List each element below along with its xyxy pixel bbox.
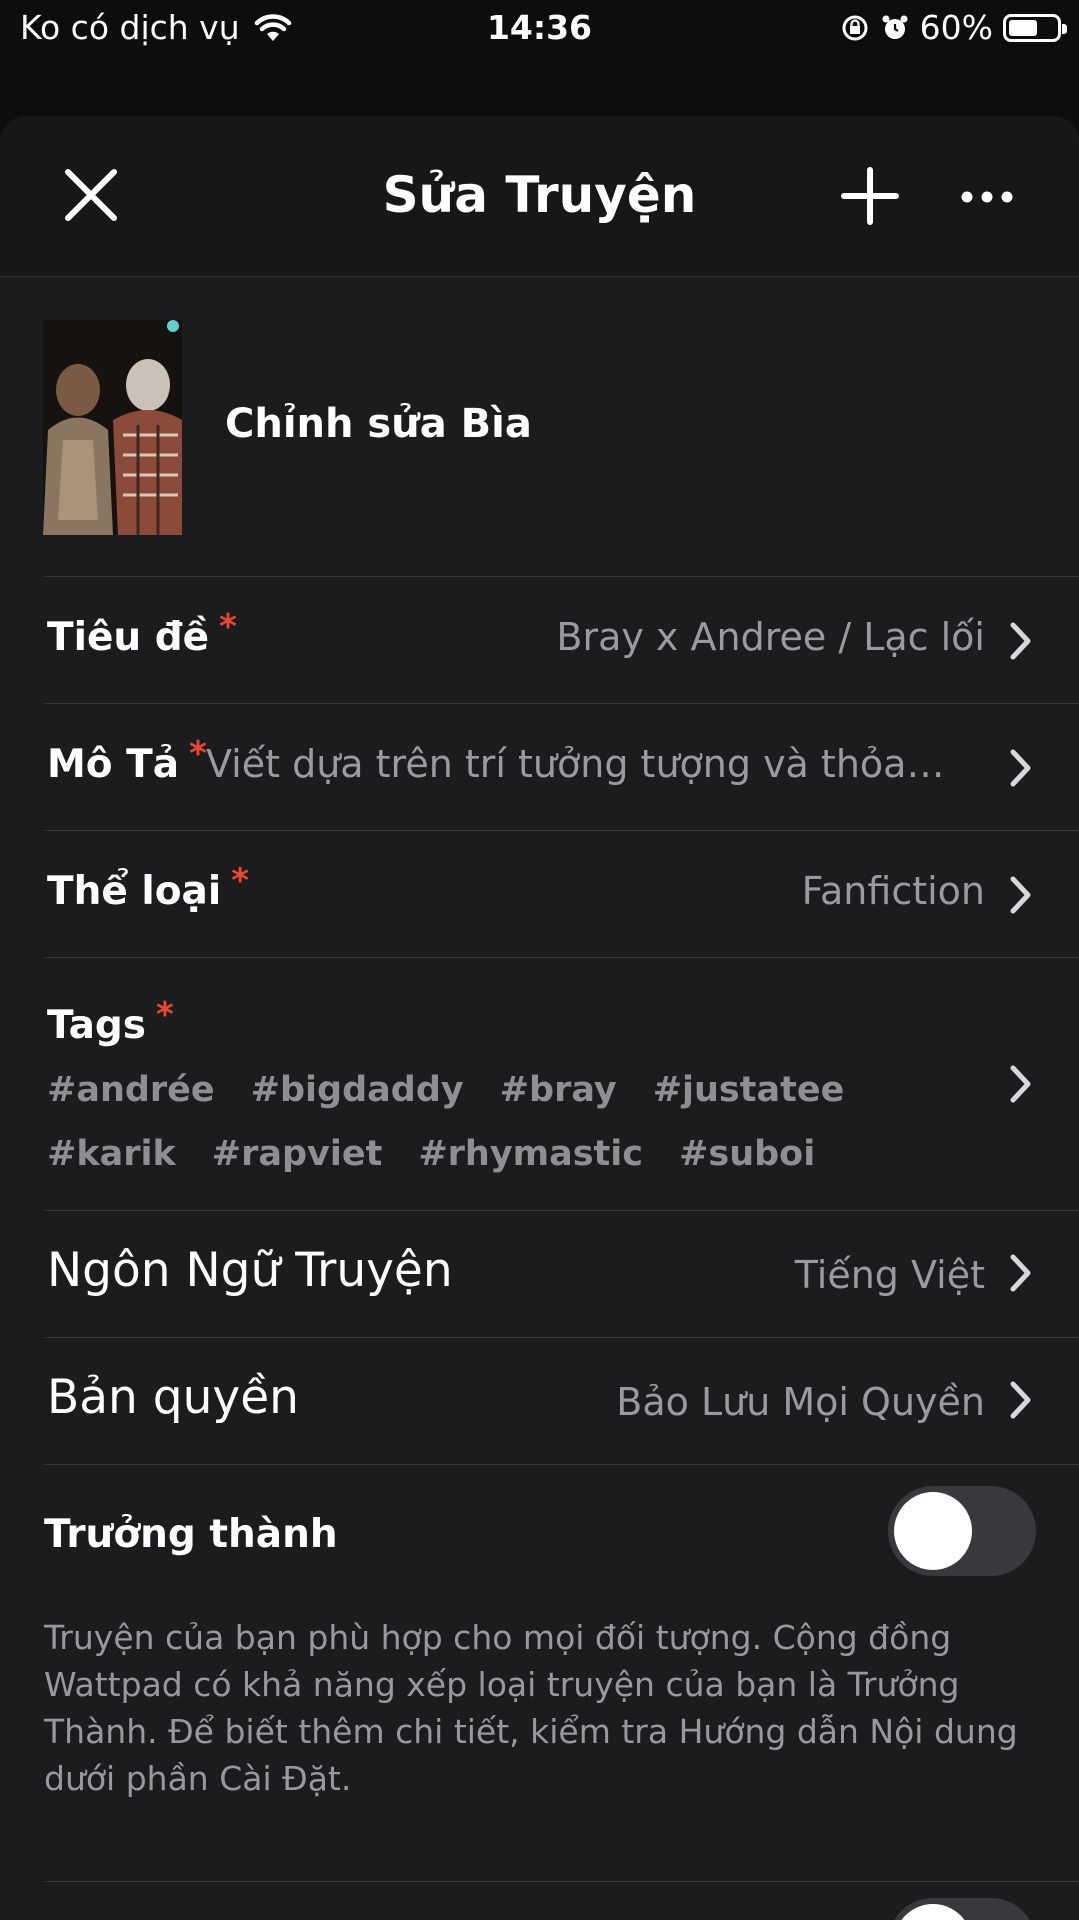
cover-image[interactable]: [43, 320, 182, 535]
page-title: Sửa Truyện: [382, 166, 697, 224]
battery-percent: 60%: [919, 8, 993, 47]
genre-label: Thể loại *: [47, 861, 249, 914]
tag-list: #andrée #bigdaddy #bray #justatee #karik…: [47, 1070, 927, 1174]
title-row[interactable]: Tiêu đề * Bray x Andree / Lạc lối: [0, 577, 1079, 703]
screen: Ko có dịch vụ 14:36 60% Sửa Truyện Chỉnh…: [0, 0, 1079, 1920]
description-row[interactable]: Mô Tả * Viết dựa trên trí tưởng tượng và …: [0, 704, 1079, 830]
required-mark: *: [231, 861, 250, 901]
required-mark: *: [219, 607, 237, 647]
copyright-value: Bảo Lưu Mọi Quyền: [616, 1380, 985, 1424]
description-value: Viết dựa trên trí tưởng tượng và thỏa mã…: [206, 742, 946, 786]
language-label: Ngôn Ngữ Truyện: [47, 1243, 453, 1298]
header: Sửa Truyện: [0, 116, 1079, 277]
edit-cover-row[interactable]: Chỉnh sửa Bìa: [0, 276, 1079, 576]
title-value: Bray x Andree / Lạc lối: [556, 615, 985, 659]
tag: #karik: [47, 1134, 176, 1174]
copyright-row[interactable]: Bản quyền Bảo Lưu Mọi Quyền: [0, 1338, 1079, 1464]
tags-label: Tags *: [47, 995, 174, 1048]
genre-label-text: Thể loại: [47, 869, 222, 914]
tag: #rhymastic: [418, 1134, 644, 1174]
toggle-knob: [894, 1492, 972, 1570]
tag: #andrée: [47, 1070, 215, 1110]
language-row[interactable]: Ngôn Ngữ Truyện Tiếng Việt: [0, 1211, 1079, 1337]
next-toggle[interactable]: [888, 1898, 1036, 1920]
chevron-right-icon: [1010, 749, 1031, 787]
tags-label-text: Tags: [47, 1003, 147, 1048]
alarm-icon: [882, 15, 908, 39]
divider: [45, 1464, 1079, 1465]
battery-tip: [1062, 23, 1067, 34]
orientation-lock-icon: [842, 15, 868, 40]
tags-row[interactable]: Tags * #andrée #bigdaddy #bray #justatee …: [0, 958, 1079, 1210]
genre-value: Fanfiction: [801, 869, 985, 913]
edit-cover-label[interactable]: Chỉnh sửa Bìa: [225, 401, 532, 447]
language-value: Tiếng Việt: [794, 1253, 985, 1297]
plus-icon[interactable]: [840, 166, 900, 226]
battery-level: [1009, 19, 1037, 36]
cover-artwork: [43, 320, 182, 535]
battery-icon: [1003, 13, 1067, 42]
description-label: Mô Tả *: [47, 734, 207, 787]
genre-row[interactable]: Thể loại * Fanfiction: [0, 831, 1079, 957]
toggle-knob: [894, 1904, 972, 1920]
mature-description: Truyện của bạn phù hợp cho mọi đối tượng…: [44, 1618, 1018, 1798]
description-label-text: Mô Tả: [47, 742, 180, 787]
tag: #bray: [499, 1070, 617, 1110]
status-bar: Ko có dịch vụ 14:36 60%: [0, 0, 1079, 62]
required-mark: *: [189, 734, 207, 774]
chevron-right-icon: [1010, 622, 1031, 660]
mature-toggle[interactable]: [888, 1486, 1036, 1576]
divider: [45, 1881, 1079, 1882]
chevron-right-icon: [1010, 876, 1031, 914]
mature-label: Trưởng thành: [44, 1512, 338, 1557]
chevron-right-icon: [1010, 1381, 1031, 1419]
copyright-label: Bản quyền: [47, 1370, 299, 1425]
tag: #suboi: [679, 1134, 816, 1174]
tag: #justatee: [652, 1070, 845, 1110]
title-label: Tiêu đề *: [47, 607, 237, 660]
title-label-text: Tiêu đề: [47, 615, 210, 660]
more-icon[interactable]: [957, 182, 1017, 212]
tag: #rapviet: [211, 1134, 383, 1174]
chevron-right-icon: [1010, 1254, 1031, 1292]
status-right: 60%: [840, 8, 1067, 47]
edit-story-sheet: Sửa Truyện Chỉnh sửa Bìa Tiêu đề * Bray …: [0, 116, 1079, 1920]
chevron-right-icon: [1010, 1065, 1031, 1103]
required-mark: *: [156, 995, 174, 1035]
tag: #bigdaddy: [250, 1070, 464, 1110]
